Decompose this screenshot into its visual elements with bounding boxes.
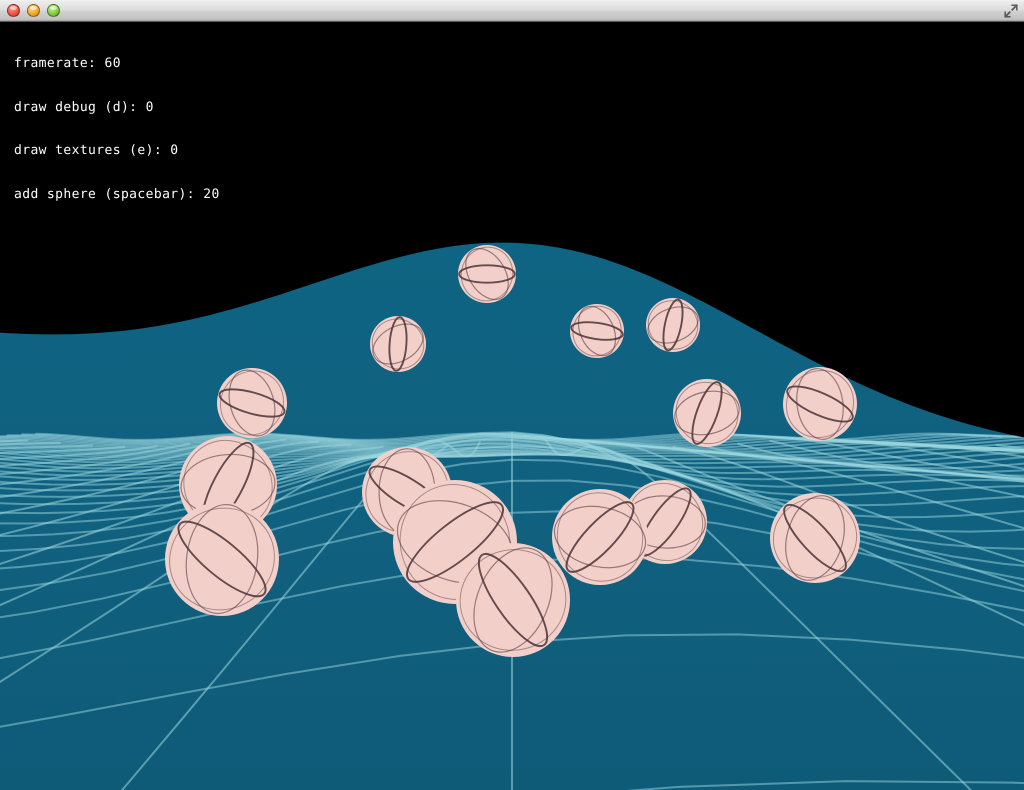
sphere-body: [570, 304, 624, 358]
sphere-body: [783, 367, 857, 441]
sphere-body: [770, 493, 860, 583]
sphere-body: [552, 489, 648, 585]
hud-line-framerate: framerate: 60: [14, 56, 121, 71]
sphere-body: [370, 316, 426, 372]
close-button[interactable]: [7, 4, 20, 17]
fullscreen-icon[interactable]: [1003, 3, 1019, 19]
window-titlebar: [0, 0, 1024, 22]
sphere-body: [165, 502, 279, 616]
zoom-button[interactable]: [47, 4, 60, 17]
debug-hud-overlay: framerate: 60 draw debug (d): 0 draw tex…: [14, 28, 220, 231]
hud-line-add-sphere: add sphere (spacebar): 20: [14, 186, 220, 202]
application-window: framerate: 60 draw debug (d): 0 draw tex…: [0, 0, 1024, 790]
render-viewport[interactable]: framerate: 60 draw debug (d): 0 draw tex…: [0, 22, 1024, 790]
sphere-body: [456, 543, 570, 657]
sphere-body: [646, 298, 700, 352]
window-controls: [7, 4, 60, 17]
hud-line-draw-textures: draw textures (e): 0: [14, 143, 179, 158]
hud-line-draw-debug: draw debug (d): 0: [14, 99, 154, 115]
minimize-button[interactable]: [27, 4, 40, 17]
